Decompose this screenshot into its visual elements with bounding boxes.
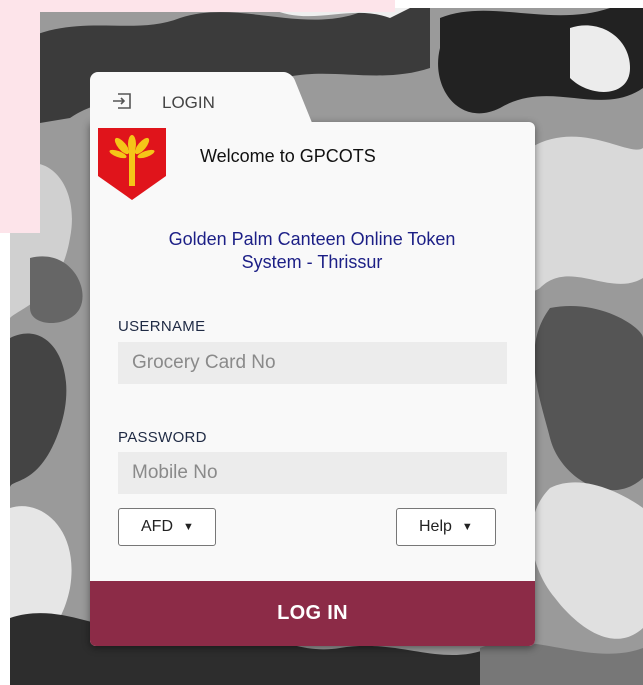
login-button[interactable]: LOG IN bbox=[90, 581, 535, 646]
password-label: PASSWORD bbox=[118, 429, 207, 446]
caret-down-icon: ▼ bbox=[461, 521, 473, 533]
help-dropdown-label: Help bbox=[419, 518, 452, 535]
username-input[interactable] bbox=[118, 342, 507, 384]
help-dropdown[interactable]: Help ▼ bbox=[396, 508, 496, 546]
tab-login[interactable]: LOGIN bbox=[90, 72, 280, 124]
tab-login-label: LOGIN bbox=[162, 93, 215, 112]
login-card bbox=[90, 122, 535, 646]
pink-header-strip bbox=[0, 0, 395, 12]
system-name-line1: Golden Palm Canteen Online Token bbox=[168, 229, 456, 249]
service-dropdown-label: AFD bbox=[141, 518, 173, 535]
service-dropdown[interactable]: AFD ▼ bbox=[118, 508, 216, 546]
username-label: USERNAME bbox=[118, 318, 206, 335]
system-name: Golden Palm Canteen Online Token System … bbox=[112, 228, 512, 274]
login-arrow-icon bbox=[112, 92, 132, 110]
golden-palm-crest-icon bbox=[98, 128, 166, 200]
welcome-heading: Welcome to GPCOTS bbox=[200, 146, 376, 166]
password-input[interactable] bbox=[118, 452, 507, 494]
pink-side-panel bbox=[0, 12, 40, 233]
caret-down-icon: ▼ bbox=[183, 521, 194, 533]
system-name-line2: System - Thrissur bbox=[241, 252, 383, 272]
